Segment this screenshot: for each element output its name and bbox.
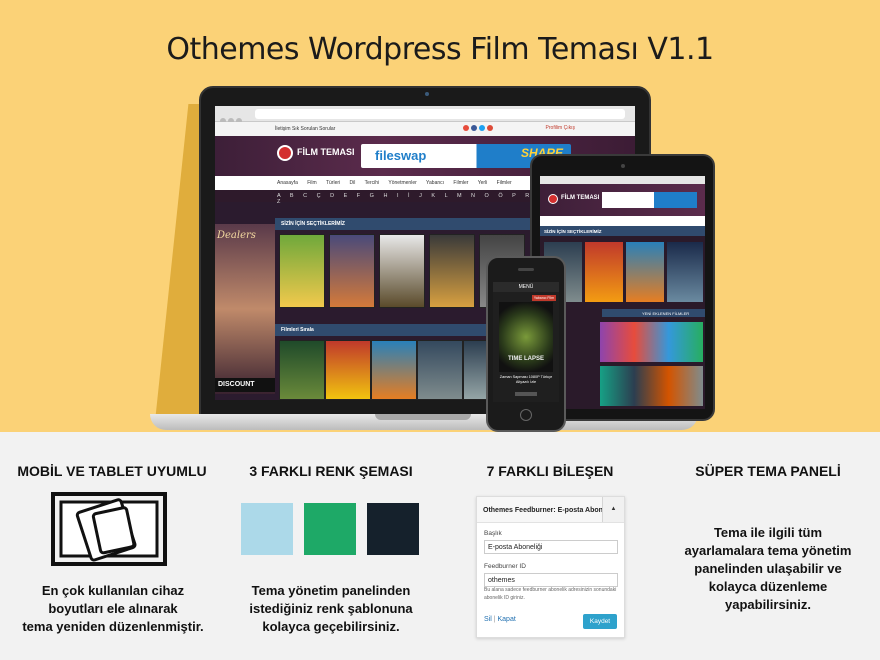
- tablet-section-title: SİZİN İÇİN SEÇTİKLERİMİZ: [540, 226, 705, 236]
- movie-poster: [279, 340, 325, 400]
- feature-text-line: Tema yönetim panelinden: [251, 583, 411, 598]
- movie-poster: [379, 234, 425, 308]
- browser-address-bar: [255, 109, 625, 119]
- color-swatch-light-blue: [241, 503, 293, 555]
- browser-toolbar: [215, 106, 635, 124]
- feature-text-line: panelinden ulaşabilir ve: [694, 561, 842, 576]
- feature-text-line: ayarlamalara tema yönetim: [684, 543, 852, 558]
- field-label-title: Başlık: [484, 530, 502, 537]
- feature-text-line: Tema ile ilgili tüm: [713, 525, 823, 540]
- phone-screen: MENÜ Yabancı Film TIME LAPSE Zaman Sapma…: [493, 282, 559, 402]
- movie-poster: [667, 242, 703, 302]
- color-swatch-green: [304, 503, 356, 555]
- widget-help-text: Bu alana sadece feedburner abonelik adre…: [484, 587, 617, 601]
- color-swatch-dark: [367, 503, 419, 555]
- widget-header[interactable]: Othemes Feedburner: E-posta Abone ▲: [477, 497, 624, 523]
- site-top-bar: İletişim Sık Sorulan Sorular Profilim Çı…: [215, 122, 635, 136]
- feature-title-widgets: 7 FARKLI BİLEŞEN: [486, 463, 614, 479]
- delete-link[interactable]: Sil: [484, 616, 492, 623]
- social-icon: [487, 125, 493, 131]
- tablet-camera: [621, 164, 625, 168]
- phone-badge: Yabancı Film: [531, 295, 556, 301]
- feature-text-line: kolayca geçebilirsiniz.: [262, 619, 400, 634]
- feature-text-line: En çok kullanılan cihaz: [41, 583, 185, 598]
- movie-poster: [371, 340, 417, 400]
- widget-panel: Othemes Feedburner: E-posta Abone ▲ Başl…: [476, 496, 625, 638]
- browser-window-controls: [220, 111, 250, 124]
- side-ad-text: Dealers: [217, 230, 256, 241]
- feature-text-colors: Tema yönetim panelinden istediğiniz renk…: [216, 582, 446, 636]
- hero-title: Othemes Wordpress Film Teması V1.1: [166, 32, 714, 67]
- side-ad: Dealers: [215, 224, 275, 394]
- feature-title-colors: 3 FARKLI RENK ŞEMASI: [249, 463, 413, 479]
- social-icon: [463, 125, 469, 131]
- field-label-feedburner: Feedburner ID: [484, 563, 526, 570]
- poster-grid: [600, 322, 703, 362]
- save-button[interactable]: Kaydet: [583, 614, 617, 629]
- discount-label: DISCOUNT: [215, 378, 275, 392]
- feedburner-id-input[interactable]: othemes: [484, 573, 618, 587]
- social-icon: [471, 125, 477, 131]
- feature-text-panel: Tema ile ilgili tüm ayarlamalara tema yö…: [656, 524, 880, 614]
- site-top-links: İletişim Sık Sorulan Sorular: [275, 126, 336, 132]
- close-link[interactable]: Kapat: [498, 616, 516, 623]
- phone-speaker: [518, 268, 534, 271]
- movie-poster: [325, 340, 371, 400]
- tablet-ad-banner: [602, 192, 697, 208]
- feature-text-mobile: En çok kullanılan cihaz boyutları ele al…: [0, 582, 226, 636]
- poster-grid: [600, 366, 703, 406]
- movie-poster: [585, 242, 623, 302]
- site-user-links: Profilim Çıkış: [545, 125, 575, 131]
- widget-toggle-icon[interactable]: ▲: [602, 497, 624, 522]
- logo-icon: [277, 145, 293, 161]
- feature-title-panel: SÜPER TEMA PANELİ: [695, 463, 841, 479]
- laptop-camera: [425, 92, 429, 96]
- tablet-status-bar: [540, 176, 705, 184]
- tablet-logo: FİLM TEMASI: [561, 195, 600, 201]
- phone-poster-title: TIME LAPSE: [507, 356, 544, 362]
- feature-title-mobile: MOBİL VE TABLET UYUMLU: [17, 463, 207, 479]
- phone-mockup: MENÜ Yabancı Film TIME LAPSE Zaman Sapma…: [486, 256, 566, 432]
- devices-icon: [51, 492, 167, 566]
- title-input[interactable]: E-posta Aboneliği: [484, 540, 618, 554]
- movie-poster: [329, 234, 375, 308]
- phone-caption: Zaman Sapması 1080P Türkçe Altyazılı İzl…: [499, 375, 553, 384]
- logo-icon: [548, 194, 558, 204]
- movie-poster: [279, 234, 325, 308]
- phone-poster: TIME LAPSE: [499, 302, 553, 372]
- widget-header-title: Othemes Feedburner: E-posta Abone: [483, 507, 607, 514]
- ad-left-text: fileswap: [375, 148, 427, 163]
- hero-banner: Othemes Wordpress Film Teması V1.1 İleti…: [0, 0, 880, 432]
- feature-text-line: yapabilirsiniz.: [725, 597, 811, 612]
- feature-text-line: tema yeniden düzenlenmiştir.: [22, 619, 204, 634]
- phone-dots: [515, 392, 537, 396]
- laptop-notch: [375, 414, 471, 420]
- feature-text-line: istediğiniz renk şablonuna: [249, 601, 413, 616]
- phone-home-button: [520, 409, 532, 421]
- widget-links: Sil | Kapat: [484, 616, 516, 623]
- social-icon: [479, 125, 485, 131]
- feature-text-line: kolayca düzenleme: [708, 579, 828, 594]
- tablet-header: FİLM TEMASI: [540, 184, 705, 216]
- social-icons: [463, 125, 495, 133]
- tablet-new-added: YENİ EKLENEN FİLMLER: [602, 309, 705, 317]
- phone-menu-bar: MENÜ: [493, 282, 559, 292]
- movie-poster: [429, 234, 475, 308]
- movie-poster: [417, 340, 463, 400]
- feature-text-line: boyutları ele alınarak: [48, 601, 178, 616]
- site-logo: FİLM TEMASI: [297, 147, 355, 157]
- tablet-nav: [540, 216, 705, 226]
- movie-poster: [626, 242, 664, 302]
